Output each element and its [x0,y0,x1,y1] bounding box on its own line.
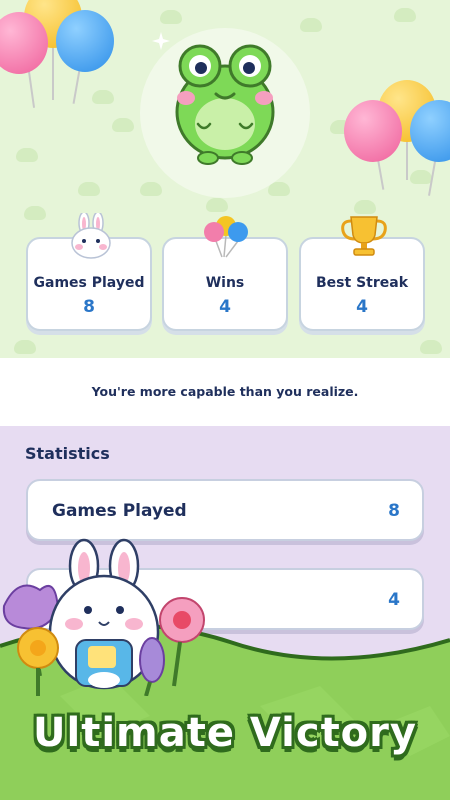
pattern-bunny [78,182,100,196]
statistics-title: Statistics [25,444,110,463]
stat-label: Games Played [33,275,145,291]
pattern-bunny [112,118,134,132]
stats-header-area: Games Played 8 Wins 4 Best Streak 4 [0,0,450,358]
motivational-quote-band: You're more capable than you realize. [0,358,450,426]
pattern-bunny [394,8,416,22]
pattern-bunny [354,200,376,214]
stat-card-wins: Wins 4 [162,216,288,331]
balloons-icon [204,216,248,258]
trophy-icon [341,216,387,256]
row-value: 8 [388,501,400,521]
pattern-bunny [420,340,442,354]
motivational-quote: You're more capable than you realize. [91,384,359,399]
pattern-bunny [300,18,322,32]
stat-card-games-played: Games Played 8 [26,213,152,331]
pattern-bunny [16,148,38,162]
pattern-bunny [140,182,162,196]
stat-label: Best Streak [316,275,408,291]
pattern-bunny [92,90,114,104]
statistics-row-games-played: Games Played 8 [26,479,424,541]
row-label: Games Played [52,501,187,521]
stat-value: 4 [219,297,231,317]
pattern-bunny [24,206,46,220]
stat-label: Wins [205,275,245,291]
stat-card-best-streak: Best Streak 4 [299,216,425,331]
pattern-bunny [410,170,432,184]
pattern-bunny [14,340,36,354]
pattern-bunny [206,198,228,212]
stat-value: 4 [356,297,368,317]
frog-mascot [175,44,275,165]
statistics-panel: Statistics Games Played 8 4 Ultimate Vic… [0,426,450,800]
stat-value: 8 [83,297,95,317]
victory-title: Ultimate Victory [33,710,417,756]
bunny-icon [71,213,111,259]
bunny-mascot-with-flowers [2,538,205,696]
pattern-bunny [160,10,182,24]
